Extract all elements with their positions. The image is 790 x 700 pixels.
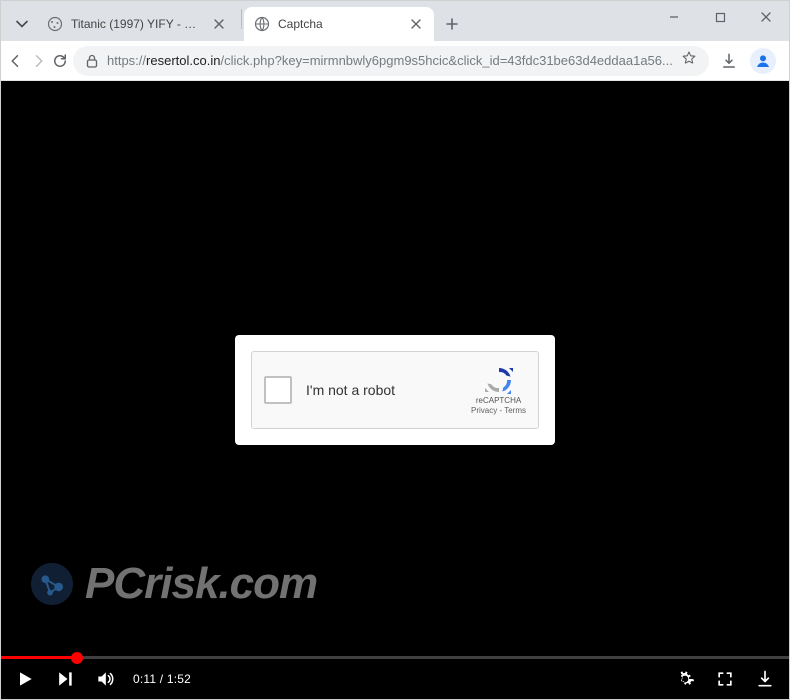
lock-icon: [85, 54, 99, 68]
recaptcha-logo-icon: [483, 364, 515, 396]
new-tab-button[interactable]: [438, 10, 466, 38]
address-bar[interactable]: https://resertol.co.in/click.php?key=mir…: [73, 46, 709, 76]
minimize-icon: [668, 11, 680, 23]
tab-captcha[interactable]: Captcha: [244, 7, 434, 41]
watermark: PCrisk.com: [29, 559, 317, 609]
volume-icon: [95, 669, 115, 689]
download-icon: [720, 52, 738, 70]
fullscreen-button[interactable]: [713, 667, 737, 691]
play-button[interactable]: [13, 667, 37, 691]
nav-back-button[interactable]: [7, 45, 25, 77]
tab-close-button[interactable]: [408, 16, 424, 32]
plus-icon: [446, 18, 458, 30]
maximize-icon: [715, 12, 726, 23]
favicon-globe-icon: [254, 16, 270, 32]
volume-button[interactable]: [93, 667, 117, 691]
page-content: I'm not a robot reCAPTCHA Privacy - Term…: [1, 81, 789, 699]
tab-strip: Titanic (1997) YIFY - Download Captcha: [1, 1, 789, 41]
recaptcha-privacy-terms[interactable]: Privacy - Terms: [471, 406, 526, 416]
bookmark-button[interactable]: [681, 50, 697, 71]
window-maximize-button[interactable]: [697, 1, 743, 33]
recaptcha-widget: I'm not a robot reCAPTCHA Privacy - Term…: [251, 351, 539, 429]
avatar-icon: [750, 48, 776, 74]
arrow-right-icon: [29, 52, 47, 70]
recaptcha-label: I'm not a robot: [306, 382, 457, 398]
video-control-bar: 0:11 / 1:52: [1, 659, 789, 699]
kebab-menu-button[interactable]: [781, 45, 790, 77]
reload-icon: [51, 52, 69, 70]
window-minimize-button[interactable]: [651, 1, 697, 33]
captcha-card: I'm not a robot reCAPTCHA Privacy - Term…: [235, 335, 555, 445]
star-icon: [681, 50, 697, 66]
next-icon: [55, 669, 75, 689]
toolbar: https://resertol.co.in/click.php?key=mir…: [1, 41, 789, 81]
download-icon: [755, 669, 775, 689]
close-icon: [760, 11, 772, 23]
watermark-text: PCrisk.com: [85, 559, 317, 609]
video-time-current: 0:11: [133, 672, 156, 686]
url-scheme: https://: [107, 53, 146, 68]
nav-forward-button[interactable]: [29, 45, 47, 77]
window-controls: [651, 1, 789, 41]
chevron-down-icon: [16, 18, 28, 30]
video-time: 0:11 / 1:52: [133, 672, 191, 686]
tab-title: Titanic (1997) YIFY - Download: [71, 17, 203, 31]
window-close-button[interactable]: [743, 1, 789, 33]
tab-title: Captcha: [278, 17, 400, 31]
fullscreen-icon: [715, 669, 735, 689]
downloads-button[interactable]: [713, 45, 745, 77]
recaptcha-checkbox[interactable]: [264, 376, 292, 404]
tab-separator: [241, 9, 242, 29]
profile-button[interactable]: [747, 45, 779, 77]
download-video-button[interactable]: [753, 667, 777, 691]
favicon-globe-dots-icon: [47, 16, 63, 32]
video-time-duration: 1:52: [167, 672, 191, 686]
recaptcha-brand-text: reCAPTCHA: [476, 396, 521, 406]
tab-search-button[interactable]: [7, 7, 37, 41]
gear-icon: [675, 669, 695, 689]
toolbar-right: [713, 45, 790, 77]
nav-reload-button[interactable]: [51, 45, 69, 77]
recaptcha-brand: reCAPTCHA Privacy - Terms: [471, 364, 526, 415]
close-icon: [411, 19, 421, 29]
play-icon: [15, 669, 35, 689]
close-icon: [214, 19, 224, 29]
next-button[interactable]: [53, 667, 77, 691]
url-text: https://resertol.co.in/click.php?key=mir…: [107, 53, 673, 68]
arrow-left-icon: [7, 52, 25, 70]
tab-close-button[interactable]: [211, 16, 227, 32]
url-host: resertol.co.in: [146, 53, 220, 68]
watermark-shield-icon: [29, 561, 75, 607]
url-path: /click.php?key=mirmnbwly6pgm9s5hcic&clic…: [220, 53, 672, 68]
settings-button[interactable]: [673, 667, 697, 691]
browser-window: Titanic (1997) YIFY - Download Captcha: [0, 0, 790, 700]
tab-titanic[interactable]: Titanic (1997) YIFY - Download: [37, 7, 237, 41]
